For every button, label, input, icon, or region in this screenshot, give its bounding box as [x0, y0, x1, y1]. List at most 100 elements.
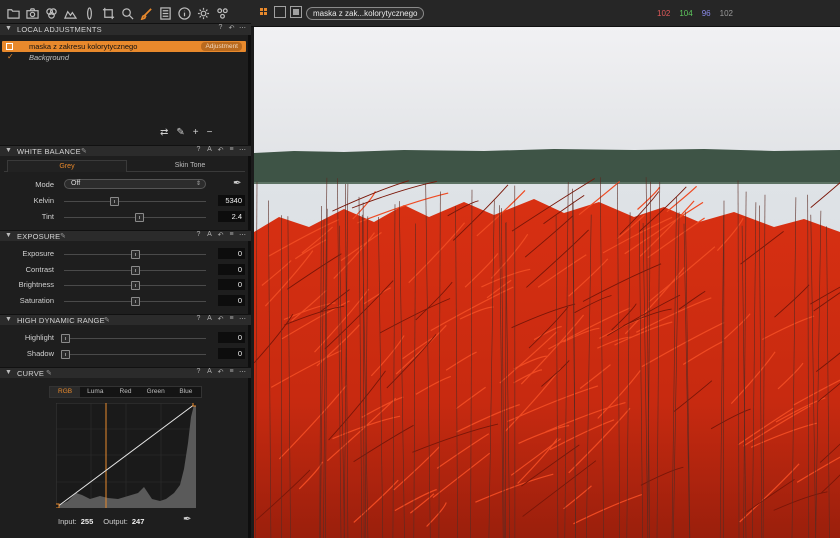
edit-icon[interactable]: ✎	[60, 232, 66, 240]
image-viewer[interactable]	[254, 27, 840, 538]
curve-header[interactable]: ▼ CURVE ✎ ? A ↶ ≡ ⋯	[0, 367, 251, 378]
slider-thumb[interactable]	[131, 281, 140, 290]
camera-icon[interactable]	[23, 4, 41, 22]
presets-icon[interactable]: ≡	[228, 368, 235, 376]
folder-icon[interactable]	[4, 4, 22, 22]
checkmark-icon[interactable]: ✓	[7, 52, 14, 61]
exposure-header[interactable]: ▼ EXPOSURE ✎ ? A ↶ ≡ ⋯	[0, 230, 251, 241]
slider-thumb[interactable]	[61, 349, 71, 359]
slider-thumb[interactable]	[109, 197, 119, 206]
more-icon[interactable]: ⋯	[239, 315, 246, 323]
slider-thumb[interactable]	[131, 265, 140, 275]
auto-icon[interactable]: A	[206, 315, 213, 323]
curve-editor[interactable]	[56, 403, 196, 508]
slider-track[interactable]	[64, 250, 206, 259]
slider-track[interactable]	[61, 349, 206, 359]
more-icon[interactable]: ⋯	[239, 146, 246, 154]
reset-icon[interactable]: ↶	[217, 315, 224, 323]
slider-value-field[interactable]: 0	[218, 263, 245, 275]
slider-value-field[interactable]: 0	[218, 294, 245, 306]
slider-thumb[interactable]	[135, 212, 145, 222]
presets-icon[interactable]: ≡	[228, 315, 235, 323]
presets-icon[interactable]: ≡	[228, 231, 235, 239]
tab-luma[interactable]: Luma	[80, 387, 110, 397]
slider-thumb[interactable]	[61, 334, 71, 343]
curve-picker-icon[interactable]: ✒	[183, 514, 191, 525]
variant-name[interactable]: maska z zak...kolorytycznego	[306, 7, 425, 20]
layer-row-background[interactable]: ✓ Background	[2, 52, 246, 63]
adjustments-icon[interactable]	[213, 4, 231, 22]
tab-grey[interactable]: Grey	[7, 160, 127, 172]
help-icon[interactable]: ?	[195, 315, 202, 323]
metadata-icon[interactable]	[156, 4, 174, 22]
gear-icon[interactable]	[194, 4, 212, 22]
hdr-header[interactable]: ▼ HIGH DYNAMIC RANGE ✎ ? A ↶ ≡ ⋯	[0, 314, 251, 325]
slider-value-field[interactable]: 0	[218, 332, 245, 343]
info-icon[interactable]	[175, 4, 193, 22]
tab-rgb[interactable]: RGB	[50, 387, 81, 397]
remove-layer-icon[interactable]: −	[207, 127, 213, 138]
more-icon[interactable]: ⋯	[239, 24, 246, 32]
tab-blue[interactable]: Blue	[171, 387, 201, 397]
slider-track[interactable]	[61, 334, 206, 343]
levels-icon[interactable]	[61, 4, 79, 22]
curve-point-white[interactable]	[192, 403, 196, 407]
brush-tool-icon[interactable]: ✎	[176, 127, 184, 138]
chevron-down-icon[interactable]: ▼	[5, 232, 12, 239]
reset-icon[interactable]: ↶	[217, 146, 224, 154]
auto-icon[interactable]: A	[206, 231, 213, 239]
help-icon[interactable]: ?	[217, 24, 224, 32]
slider-thumb[interactable]	[131, 296, 140, 306]
slider-value-field[interactable]: 0	[218, 248, 245, 259]
slider-track[interactable]	[64, 265, 206, 275]
slider-thumb[interactable]	[131, 250, 140, 259]
reset-icon[interactable]: ↶	[217, 231, 224, 239]
slider-value-field[interactable]: 2.4	[218, 210, 245, 222]
chevron-down-icon[interactable]: ▼	[5, 147, 12, 154]
layer-visibility-checkbox[interactable]	[6, 43, 13, 50]
eyedropper-icon[interactable]: ✒	[233, 178, 241, 189]
tab-red[interactable]: Red	[110, 387, 140, 397]
header-icons: ? ↶ ⋯	[217, 24, 246, 32]
help-icon[interactable]: ?	[195, 368, 202, 376]
slider-track[interactable]	[64, 296, 206, 306]
slider-value-field[interactable]: 0	[218, 347, 245, 359]
auto-icon[interactable]: A	[206, 146, 213, 154]
presets-icon[interactable]: ≡	[228, 146, 235, 154]
help-icon[interactable]: ?	[195, 146, 202, 154]
swap-layers-icon[interactable]: ⇄	[160, 127, 168, 138]
single-view-icon[interactable]	[274, 6, 286, 18]
more-icon[interactable]: ⋯	[239, 368, 246, 376]
slider-track[interactable]	[64, 212, 206, 222]
edit-icon[interactable]: ✎	[46, 369, 52, 377]
brush-icon[interactable]	[137, 4, 155, 22]
search-icon[interactable]	[118, 4, 136, 22]
chevron-down-icon[interactable]: ▼	[5, 25, 12, 32]
layer-row-mask[interactable]: maska z zakresu kolorytycznego Adjustmen…	[2, 41, 246, 52]
reset-icon[interactable]: ↶	[228, 24, 235, 32]
chevron-down-icon[interactable]: ▼	[5, 369, 12, 376]
edit-icon[interactable]: ✎	[81, 147, 87, 155]
slider-track[interactable]	[64, 197, 206, 206]
help-icon[interactable]: ?	[195, 231, 202, 239]
crop-icon[interactable]	[99, 4, 117, 22]
color-circles-icon[interactable]	[42, 4, 60, 22]
compare-view-icon[interactable]	[290, 6, 302, 18]
grid-view-icon[interactable]	[258, 6, 270, 18]
slider-track[interactable]	[64, 281, 206, 290]
auto-icon[interactable]: A	[206, 368, 213, 376]
slider-value-field[interactable]: 0	[218, 279, 245, 290]
reset-icon[interactable]: ↶	[217, 368, 224, 376]
chevron-down-icon[interactable]: ▼	[5, 316, 12, 323]
mode-select[interactable]: Off ⇕	[64, 179, 206, 189]
add-layer-icon[interactable]: +	[193, 127, 199, 138]
edit-icon[interactable]: ✎	[104, 316, 110, 324]
curve-point-black[interactable]	[56, 503, 60, 508]
lens-icon[interactable]	[80, 4, 98, 22]
local-adjustments-header[interactable]: ▼ LOCAL ADJUSTMENTS ? ↶ ⋯	[0, 23, 251, 35]
more-icon[interactable]: ⋯	[239, 231, 246, 239]
white-balance-header[interactable]: ▼ WHITE BALANCE ✎ ? A ↶ ≡ ⋯	[0, 145, 251, 156]
tab-green[interactable]: Green	[141, 387, 171, 397]
tab-skin-tone[interactable]: Skin Tone	[130, 160, 250, 172]
slider-value-field[interactable]: 5340	[218, 195, 245, 206]
